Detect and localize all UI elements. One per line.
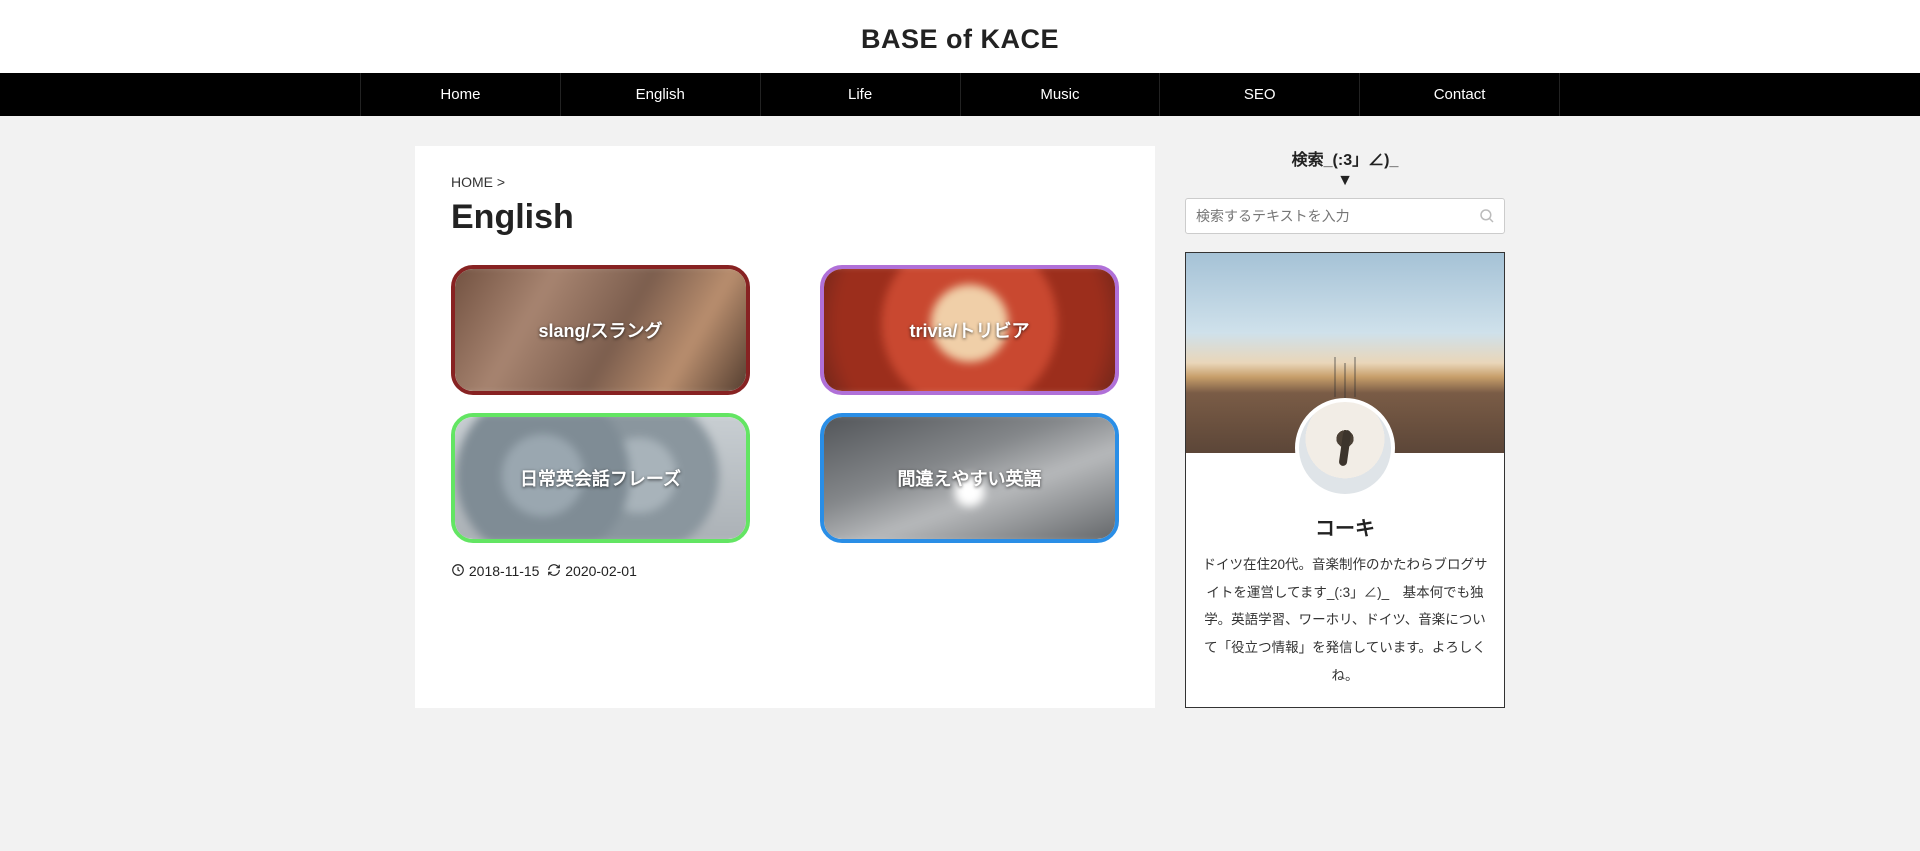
category-card-slang[interactable]: slang/スラング: [451, 265, 750, 395]
page-title: English: [451, 198, 1119, 237]
search-input[interactable]: [1196, 208, 1468, 224]
nav-item-seo[interactable]: SEO: [1160, 73, 1360, 116]
nav-item-contact[interactable]: Contact: [1360, 73, 1560, 116]
breadcrumb: HOME >: [451, 174, 1119, 190]
search-icon[interactable]: [1478, 207, 1496, 225]
search-title: 検索_(:3」∠)_: [1185, 146, 1505, 170]
nav-item-music[interactable]: Music: [961, 73, 1161, 116]
search-box[interactable]: [1185, 198, 1505, 234]
refresh-icon: [547, 563, 561, 580]
card-label: slang/スラング: [538, 317, 662, 343]
nav-item-home[interactable]: Home: [360, 73, 561, 116]
category-card-trivia[interactable]: trivia/トリビア: [820, 265, 1119, 395]
breadcrumb-sep: >: [493, 174, 505, 190]
profile-description: ドイツ在住20代。音楽制作のかたわらブログサイトを運営してます_(:3」∠)_ …: [1186, 551, 1504, 707]
updated-date: 2020-02-01: [565, 563, 637, 579]
profile-card: コーキ ドイツ在住20代。音楽制作のかたわらブログサイトを運営してます_(:3」…: [1185, 252, 1505, 708]
main-content: HOME > English slang/スラング trivia/トリビア 日常…: [415, 146, 1155, 708]
post-dates: 2018-11-15 2020-02-01: [451, 563, 1119, 580]
clock-icon: [451, 563, 465, 580]
main-nav: Home English Life Music SEO Contact: [0, 73, 1920, 116]
category-card-confusing-english[interactable]: 間違えやすい英語: [820, 413, 1119, 543]
arrow-down-icon: ▼: [1185, 172, 1505, 190]
category-card-daily-phrases[interactable]: 日常英会話フレーズ: [451, 413, 750, 543]
nav-item-life[interactable]: Life: [761, 73, 961, 116]
published-date: 2018-11-15: [469, 563, 540, 579]
card-label: 日常英会話フレーズ: [520, 465, 681, 491]
breadcrumb-home[interactable]: HOME: [451, 174, 493, 190]
site-title[interactable]: BASE of KACE: [0, 24, 1920, 55]
sidebar: 検索_(:3」∠)_ ▼ コーキ ドイツ在住20代。音楽制作のかたわらブログサイ…: [1185, 146, 1505, 708]
profile-name: コーキ: [1186, 512, 1504, 541]
category-grid: slang/スラング trivia/トリビア 日常英会話フレーズ 間違えやすい英…: [451, 265, 1119, 543]
nav-item-english[interactable]: English: [561, 73, 761, 116]
card-label: trivia/トリビア: [909, 317, 1029, 343]
profile-avatar: [1295, 398, 1395, 498]
site-header: BASE of KACE: [0, 0, 1920, 73]
card-label: 間違えやすい英語: [898, 465, 1042, 491]
